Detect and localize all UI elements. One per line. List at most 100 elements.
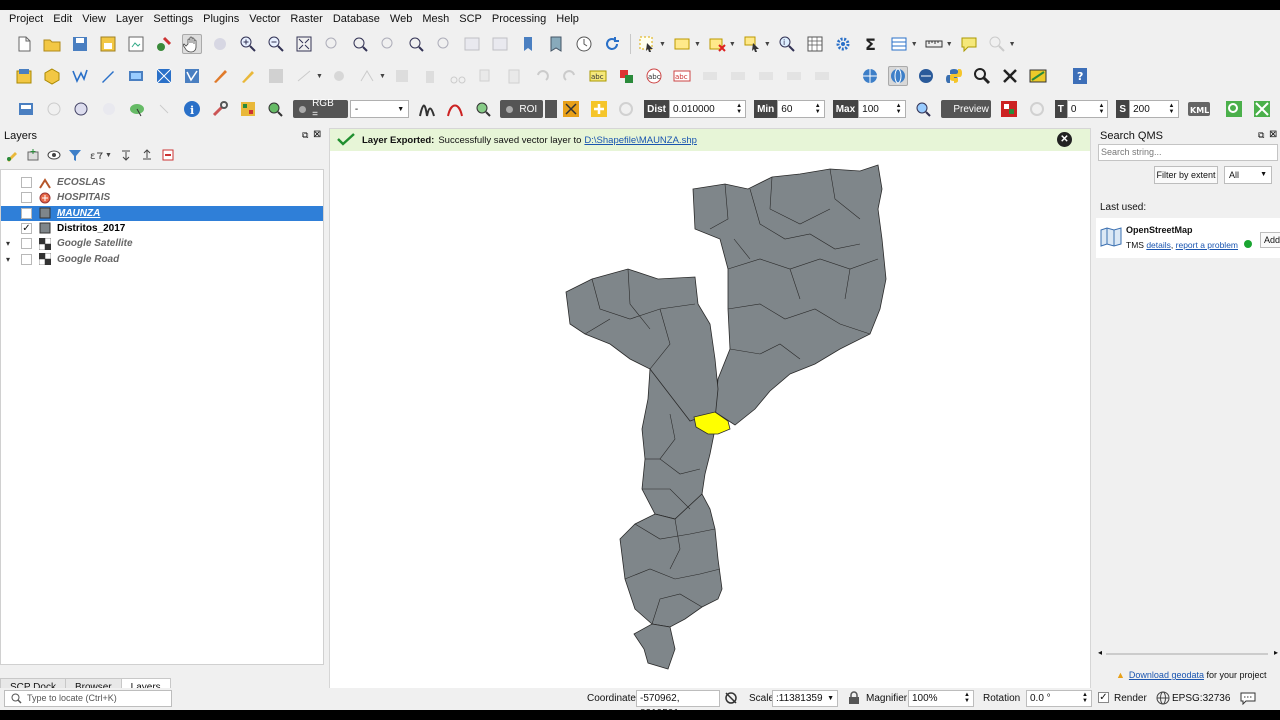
label-abc-icon[interactable]: abc bbox=[588, 66, 608, 86]
label-highlight-icon[interactable]: abc bbox=[644, 66, 664, 86]
save-edits-icon[interactable] bbox=[266, 66, 286, 86]
copy-features-icon[interactable] bbox=[476, 66, 496, 86]
chevron-down-icon[interactable]: ▼ bbox=[946, 41, 953, 48]
zoom-to-layer-icon[interactable] bbox=[350, 34, 370, 54]
redo-roi-icon[interactable] bbox=[155, 99, 175, 119]
qms-filter-combo[interactable]: All ▼ bbox=[1224, 166, 1272, 184]
menu-settings[interactable]: Settings bbox=[148, 13, 198, 25]
add-roi-icon[interactable] bbox=[589, 99, 609, 119]
layer-row[interactable]: ▾ Google Road bbox=[1, 252, 323, 267]
attribute-table-icon[interactable] bbox=[805, 34, 825, 54]
render-checkbox[interactable]: ✓ bbox=[1098, 692, 1109, 703]
menu-database[interactable]: Database bbox=[328, 13, 385, 25]
layer-row[interactable]: ✓ Distritos_2017 bbox=[1, 221, 323, 236]
redo-preview-icon[interactable] bbox=[1027, 99, 1047, 119]
menu-web[interactable]: Web bbox=[385, 13, 417, 25]
qms-search-input[interactable]: Search string... bbox=[1098, 144, 1278, 161]
chevron-down-icon[interactable]: ▼ bbox=[105, 152, 112, 159]
layer-visibility-checkbox[interactable] bbox=[21, 177, 32, 188]
kml-export-icon[interactable]: KML bbox=[1187, 99, 1211, 119]
chevron-down-icon[interactable]: ▼ bbox=[316, 73, 323, 80]
new-3d-view-icon[interactable] bbox=[490, 34, 510, 54]
layer-row[interactable]: ▾ Google Satellite bbox=[1, 236, 323, 251]
delete-selected-icon[interactable] bbox=[420, 66, 440, 86]
select-by-value-icon[interactable] bbox=[672, 34, 692, 54]
roi-toggle[interactable]: ROI bbox=[500, 100, 544, 118]
map-canvas[interactable]: Layer Exported: Successfully saved vecto… bbox=[329, 128, 1091, 694]
zoom-to-input-icon[interactable] bbox=[71, 99, 91, 119]
open-table-icon[interactable] bbox=[889, 34, 909, 54]
zoom-native-icon[interactable] bbox=[378, 34, 398, 54]
chevron-down-icon[interactable]: ▼ bbox=[694, 41, 701, 48]
refresh-icon[interactable] bbox=[602, 34, 622, 54]
menu-plugins[interactable]: Plugins bbox=[198, 13, 244, 25]
expand-arrow-icon[interactable]: ▾ bbox=[6, 239, 10, 248]
contrast-global-icon[interactable] bbox=[445, 99, 465, 119]
measure-icon[interactable] bbox=[924, 34, 944, 54]
menu-layer[interactable]: Layer bbox=[111, 13, 149, 25]
data-source-manager-icon[interactable] bbox=[14, 66, 34, 86]
layer-row[interactable]: HOSPITAIS bbox=[1, 190, 323, 205]
contrast-local-icon[interactable] bbox=[417, 99, 437, 119]
undo-icon[interactable] bbox=[532, 66, 552, 86]
label-change-icon[interactable] bbox=[784, 66, 804, 86]
close-panel-icon[interactable]: ⊠ bbox=[1269, 129, 1277, 140]
min-spinbox[interactable]: 60 ▲ ▼ bbox=[777, 100, 825, 118]
manage-visibility-icon[interactable] bbox=[46, 147, 62, 163]
temporal-controller-icon[interactable] bbox=[574, 34, 594, 54]
layer-visibility-checkbox[interactable] bbox=[21, 253, 32, 265]
band-set-icon[interactable] bbox=[238, 99, 258, 119]
layer-row[interactable]: ECOSLAS bbox=[1, 175, 323, 190]
select-location-icon[interactable] bbox=[742, 34, 762, 54]
web-globe-icon[interactable] bbox=[887, 66, 908, 86]
python-console-icon[interactable] bbox=[944, 66, 964, 86]
rgb-combo[interactable]: - ▼ bbox=[349, 100, 410, 118]
new-map-view-icon[interactable] bbox=[462, 34, 482, 54]
menu-scp[interactable]: SCP bbox=[454, 13, 487, 25]
qms-details-link[interactable]: details bbox=[1146, 240, 1171, 250]
chevron-down-icon[interactable]: ▼ bbox=[1009, 41, 1016, 48]
identify-icon[interactable]: i bbox=[777, 34, 797, 54]
scroll-right-icon[interactable]: ▸ bbox=[1274, 648, 1278, 657]
current-edits-icon[interactable] bbox=[210, 66, 230, 86]
wms-globe-icon[interactable] bbox=[916, 66, 936, 86]
toggle-extents-icon[interactable] bbox=[724, 691, 738, 708]
zoom-in-icon[interactable] bbox=[238, 34, 258, 54]
processing-tools-icon[interactable] bbox=[1000, 66, 1020, 86]
pan-to-selection-icon[interactable] bbox=[210, 34, 230, 54]
zoom-to-selection-icon[interactable] bbox=[322, 34, 342, 54]
create-roi-icon[interactable] bbox=[561, 99, 581, 119]
message-file-link[interactable]: D:\Shapefile\MAUNZA.shp bbox=[584, 135, 696, 146]
node-tool-icon[interactable] bbox=[357, 66, 377, 86]
zoom-next-icon[interactable] bbox=[434, 34, 454, 54]
virtual-layer-icon[interactable] bbox=[126, 66, 146, 86]
label-move-icon[interactable] bbox=[728, 66, 748, 86]
zoom-last-icon[interactable] bbox=[406, 34, 426, 54]
search-disabled-icon[interactable] bbox=[987, 34, 1007, 54]
layer-labeling-icon[interactable] bbox=[616, 66, 636, 86]
lock-scale-icon[interactable] bbox=[848, 691, 860, 708]
add-group-icon[interactable] bbox=[25, 147, 41, 163]
move-feature-icon[interactable] bbox=[329, 66, 349, 86]
zoom-to-roi-icon[interactable] bbox=[99, 99, 119, 119]
save-as-icon[interactable] bbox=[98, 34, 118, 54]
filter-legend-icon[interactable] bbox=[67, 147, 83, 163]
show-bookmarks-icon[interactable] bbox=[546, 34, 566, 54]
close-panel-icon[interactable]: ⊠ bbox=[313, 129, 321, 140]
paste-features-icon[interactable] bbox=[504, 66, 524, 86]
menu-processing[interactable]: Processing bbox=[487, 13, 551, 25]
scroll-left-icon[interactable]: ◂ bbox=[1098, 648, 1102, 657]
qms-report-link[interactable]: report a problem bbox=[1176, 240, 1238, 250]
expand-all-icon[interactable] bbox=[118, 147, 134, 163]
dist-spinbox[interactable]: 0.010000 ▲ ▼ bbox=[669, 100, 747, 118]
search-magnifier-icon[interactable] bbox=[972, 66, 992, 86]
menu-vector[interactable]: Vector bbox=[244, 13, 285, 25]
layer-visibility-checkbox[interactable] bbox=[21, 192, 32, 204]
classification-preview-icon[interactable] bbox=[999, 99, 1019, 119]
chevron-down-icon[interactable]: ▼ bbox=[729, 41, 736, 48]
remove-layer-icon[interactable] bbox=[160, 147, 176, 163]
float-panel-icon[interactable]: ⧉ bbox=[1258, 130, 1264, 141]
menu-view[interactable]: View bbox=[77, 13, 111, 25]
new-project-icon[interactable] bbox=[14, 34, 34, 54]
qms-add-button[interactable]: Add bbox=[1260, 232, 1280, 248]
